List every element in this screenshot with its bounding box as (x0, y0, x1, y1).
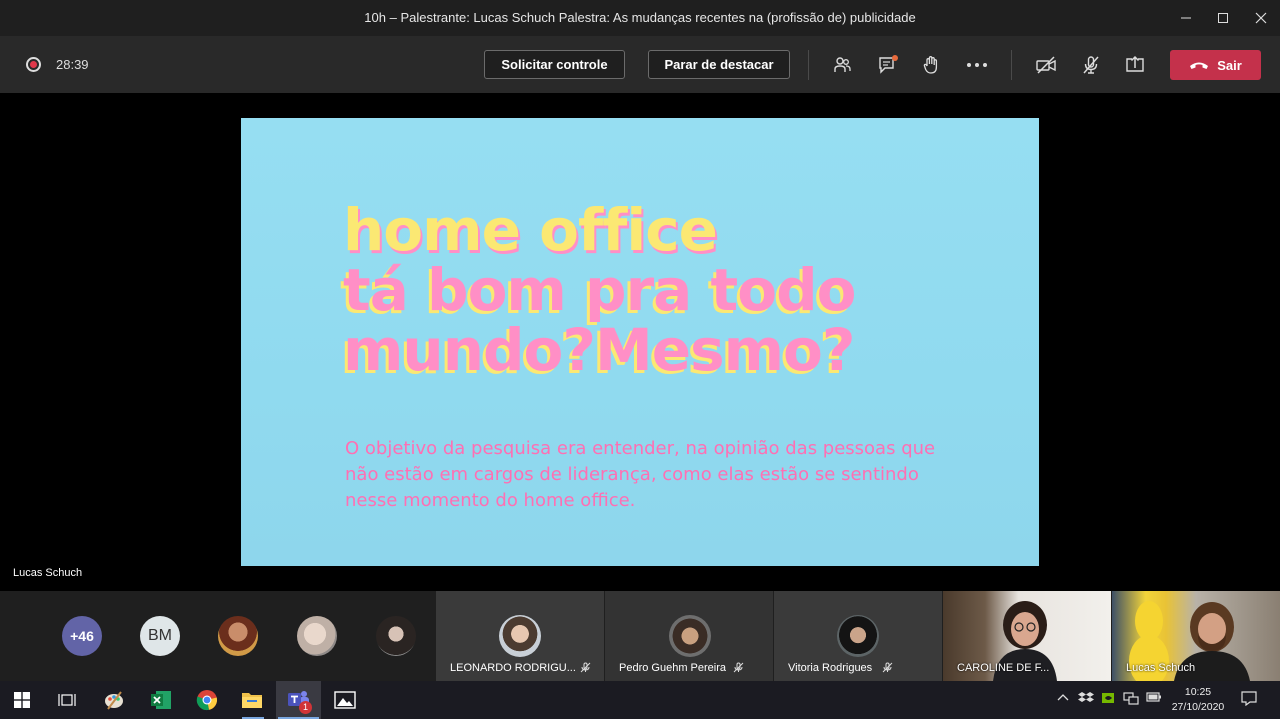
network-icon[interactable] (1123, 691, 1139, 708)
teams-notification-badge: 1 (299, 701, 312, 714)
nvidia-icon[interactable] (1101, 691, 1115, 708)
toolbar-divider (808, 50, 809, 80)
shared-slide: home office tá bom pra todo mundo?Mesmo?… (241, 118, 1039, 566)
mic-off-icon (580, 662, 591, 676)
avatar (837, 615, 879, 657)
participant-tile[interactable]: Pedro Guehm Pereira (605, 591, 773, 681)
avatar[interactable] (218, 616, 258, 656)
participant-tile[interactable]: LEONARDO RODRIGU... (436, 591, 604, 681)
avatar[interactable] (297, 616, 337, 656)
avatar[interactable] (376, 616, 416, 656)
chat-icon (879, 55, 898, 74)
start-button[interactable] (8, 686, 36, 714)
request-control-button[interactable]: Solicitar controle (484, 50, 625, 79)
close-window-button[interactable] (1241, 0, 1280, 36)
raise-hand-button[interactable] (918, 52, 944, 78)
taskbar-app-paint[interactable] (100, 686, 128, 714)
camera-off-icon (1036, 56, 1056, 74)
headline-line-2: tá bom pra todo (343, 256, 856, 324)
participants-button[interactable] (829, 52, 855, 78)
taskbar-app-excel[interactable] (147, 686, 175, 714)
share-screen-button[interactable] (1122, 52, 1148, 78)
maximize-button[interactable] (1203, 0, 1243, 36)
taskbar-clock[interactable]: 10:25 27/10/2020 (1166, 685, 1230, 715)
maximize-icon (1218, 13, 1228, 23)
action-center-button[interactable] (1241, 690, 1257, 709)
slide-headline: home office tá bom pra todo mundo?Mesmo? (343, 196, 856, 384)
dropbox-icon[interactable] (1078, 691, 1094, 708)
mic-off-icon (882, 662, 893, 676)
folder-icon (242, 693, 262, 708)
avatar (669, 615, 711, 657)
title-bar: 10h – Palestrante: Lucas Schuch Palestra… (0, 0, 1280, 36)
share-icon (1126, 55, 1144, 72)
photos-icon (334, 691, 356, 709)
notification-icon (1241, 691, 1257, 707)
avatar-initials[interactable]: BM (140, 616, 180, 656)
recording-icon (26, 57, 41, 72)
more-icon (967, 63, 987, 67)
more-options-button[interactable] (964, 52, 990, 78)
leave-button[interactable]: Sair (1170, 50, 1261, 80)
minimize-icon (1181, 17, 1191, 19)
video-feed-lucas[interactable]: Lucas Schuch (1112, 591, 1280, 681)
participant-name: Vitoria Rodrigues (788, 662, 873, 674)
mic-off-icon (733, 662, 744, 676)
people-icon (834, 57, 851, 72)
clock-date: 27/10/2020 (1171, 701, 1225, 713)
hang-up-icon (1190, 62, 1209, 69)
close-icon (1255, 12, 1267, 24)
participant-name: Pedro Guehm Pereira (619, 662, 726, 674)
chrome-icon (196, 690, 218, 711)
slide-paragraph: O objetivo da pesquisa era entender, na … (345, 438, 936, 511)
hand-icon (923, 56, 938, 74)
meeting-timer: 28:39 (56, 57, 89, 72)
minimize-button[interactable] (1166, 0, 1206, 36)
taskbar-app-file-explorer[interactable] (238, 686, 266, 714)
paint-icon (105, 691, 123, 710)
toolbar-divider (1011, 50, 1012, 80)
leave-label: Sair (1217, 57, 1242, 73)
participant-strip: +46 BM LEONARDO RODRIGU... Pedro Guehm P… (0, 591, 1280, 681)
windows-taskbar: 1 10:25 27/10/2020 (0, 681, 1280, 719)
more-participants-badge[interactable]: +46 (62, 616, 102, 656)
mic-toggle-button[interactable] (1078, 52, 1104, 78)
participant-name: Lucas Schuch (1126, 662, 1196, 674)
battery-icon[interactable] (1146, 691, 1162, 706)
mic-off-icon (1083, 56, 1099, 74)
camera-toggle-button[interactable] (1033, 52, 1059, 78)
meeting-toolbar: 28:39 Solicitar controle Parar de destac… (0, 36, 1280, 93)
taskbar-app-teams[interactable]: 1 (285, 686, 313, 714)
headline-line-1: home office (343, 196, 718, 264)
participant-name: LEONARDO RODRIGU... (450, 662, 576, 674)
video-feed-caroline[interactable]: CAROLINE DE F... (943, 591, 1111, 681)
taskbar-app-chrome[interactable] (193, 686, 221, 714)
presenter-name: Lucas Schuch (13, 567, 83, 579)
task-view-button[interactable] (53, 686, 81, 714)
avatar (499, 615, 541, 657)
participant-name: CAROLINE DE F... (957, 662, 1050, 674)
chat-button[interactable] (875, 52, 901, 78)
window-title: 10h – Palestrante: Lucas Schuch Palestra… (364, 10, 916, 25)
excel-icon (151, 691, 171, 709)
stop-spotlight-button[interactable]: Parar de destacar (648, 50, 790, 79)
clock-time: 10:25 (1184, 686, 1212, 698)
task-view-icon (58, 694, 76, 706)
windows-logo-icon (14, 692, 30, 708)
tray-overflow-icon[interactable] (1057, 691, 1069, 705)
headline-line-3: mundo?Mesmo? (343, 316, 856, 384)
participant-tile[interactable]: Vitoria Rodrigues (774, 591, 942, 681)
taskbar-app-photos[interactable] (331, 686, 359, 714)
